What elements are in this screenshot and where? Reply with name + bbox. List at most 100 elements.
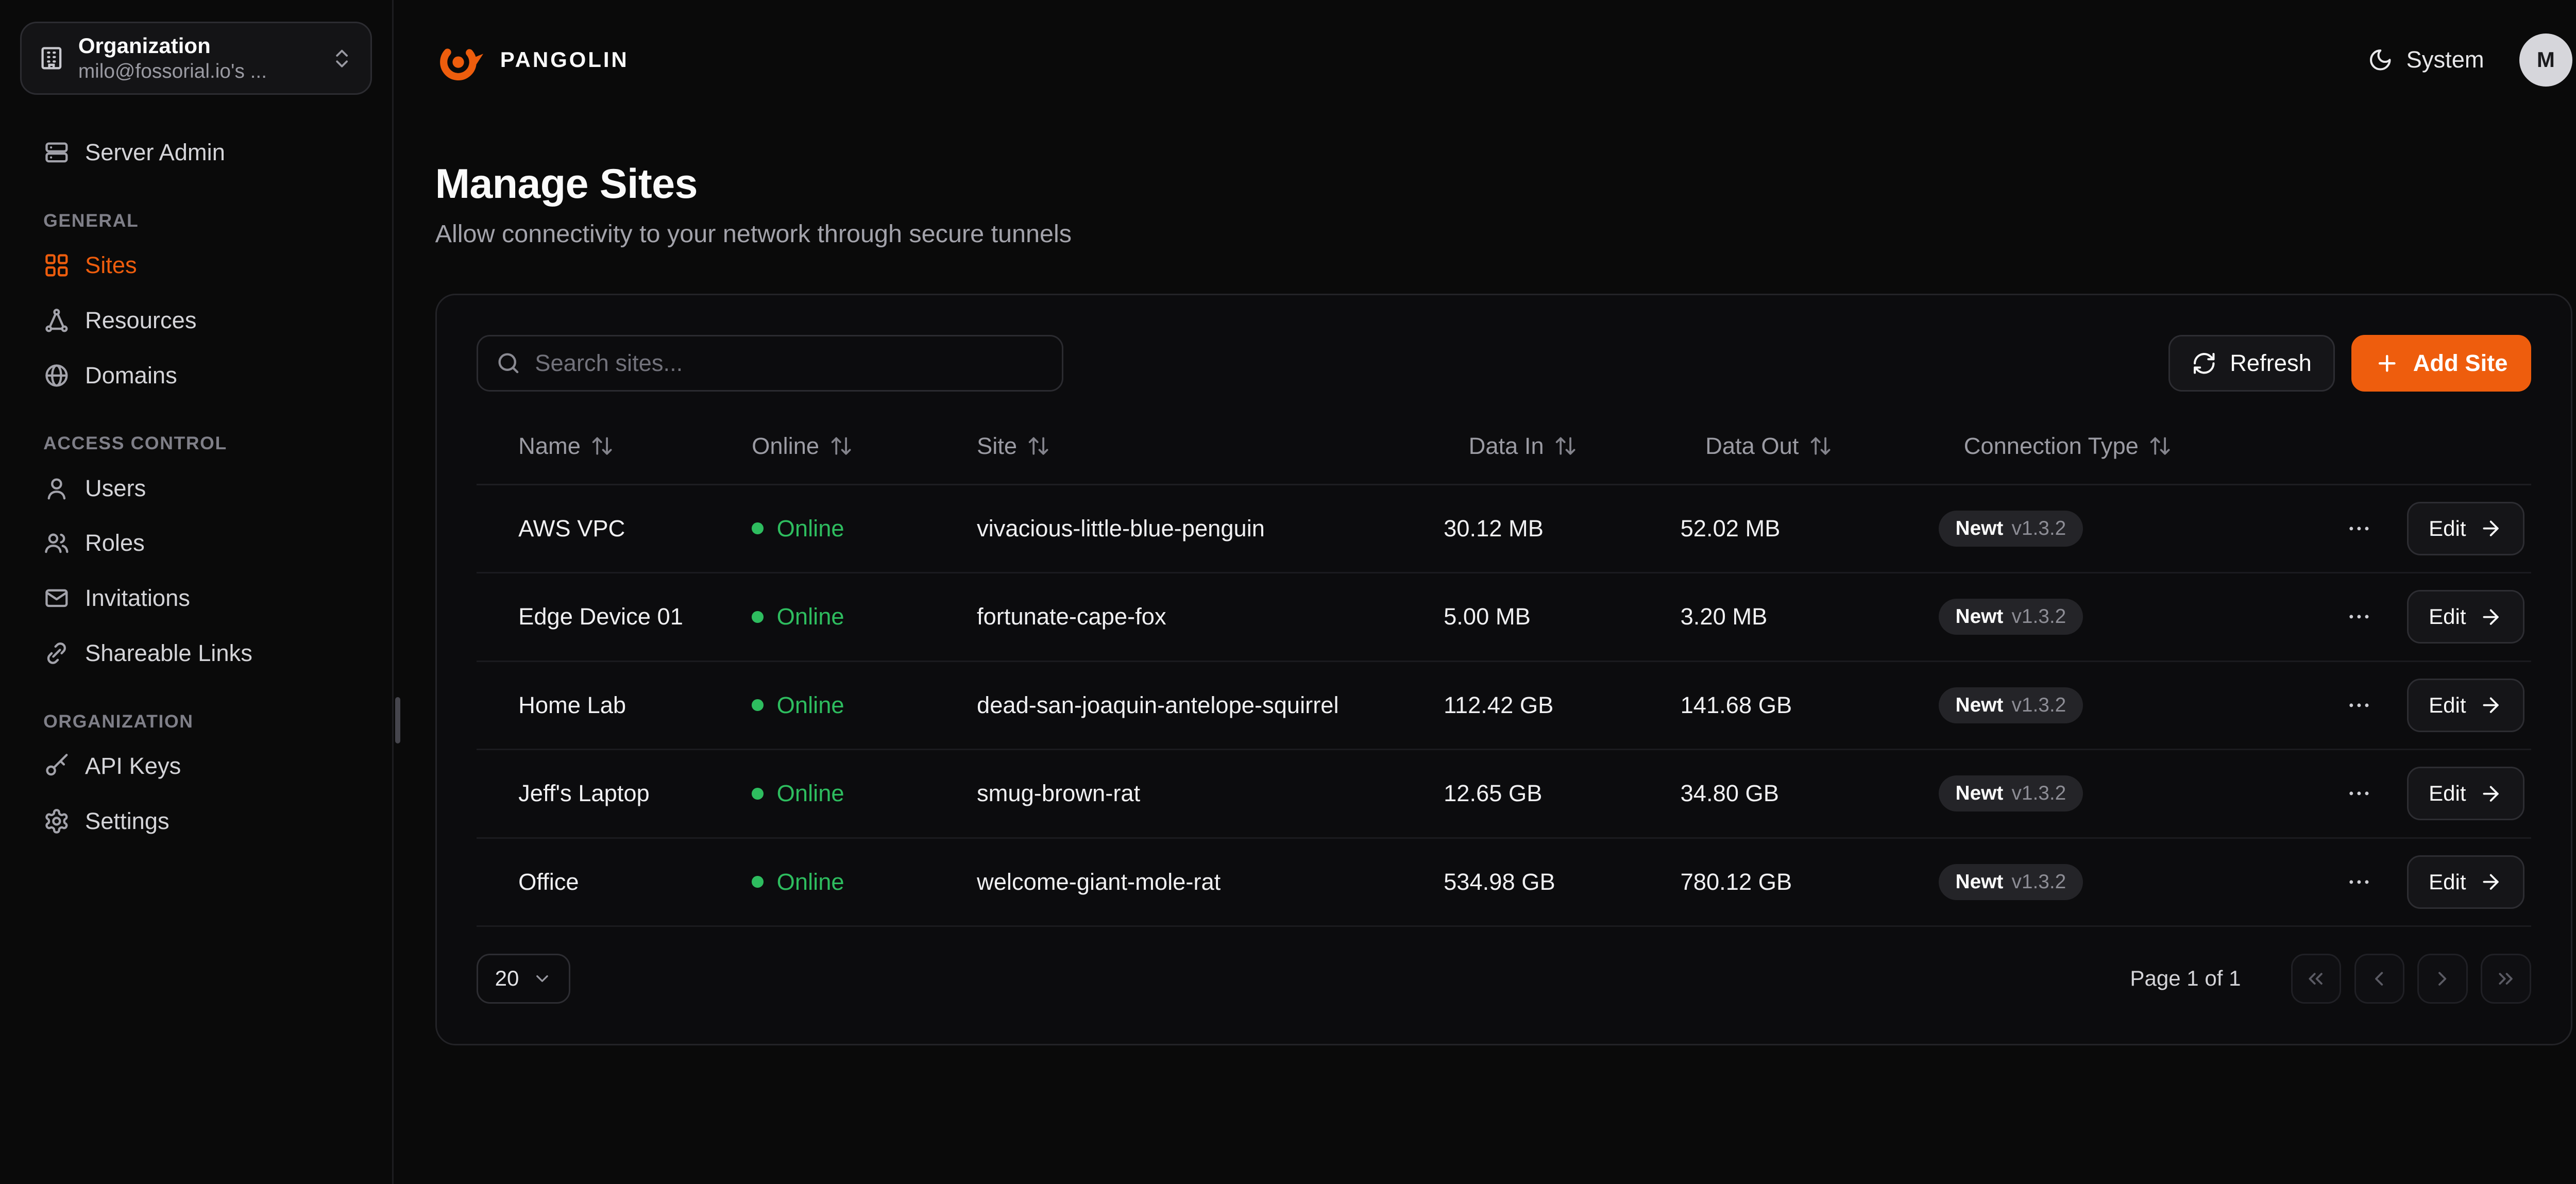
connection-badge: Newtv1.3.2 bbox=[1939, 775, 2082, 811]
page-subtitle: Allow connectivity to your network throu… bbox=[435, 219, 2573, 248]
column-label: Name bbox=[518, 433, 581, 460]
first-page-button[interactable] bbox=[2291, 954, 2341, 1004]
grid-icon bbox=[43, 252, 70, 279]
row-menu-button[interactable] bbox=[2337, 860, 2380, 904]
chevron-down-icon bbox=[532, 969, 552, 989]
user-avatar[interactable]: M bbox=[2519, 33, 2573, 87]
sidebar-item-resources[interactable]: Resources bbox=[20, 293, 372, 348]
arrow-right-icon bbox=[2479, 870, 2502, 893]
page-header: Manage Sites Allow connectivity to your … bbox=[394, 120, 2576, 248]
site-name: Edge Device 01 bbox=[518, 603, 752, 630]
row-actions: Edit bbox=[2331, 590, 2524, 644]
site-slug: vivacious-little-blue-penguin bbox=[977, 515, 1444, 542]
sidebar-item-label: Roles bbox=[85, 530, 145, 556]
sidebar-item-sites[interactable]: Sites bbox=[20, 238, 372, 293]
data-in-value: 5.00 MB bbox=[1444, 603, 1681, 630]
site-slug: smug-brown-rat bbox=[977, 780, 1444, 807]
online-label: Online bbox=[777, 869, 844, 895]
sidebar-item-label: Server Admin bbox=[85, 139, 225, 166]
table-header-row: Name Online Site Data In Data Out bbox=[477, 409, 2531, 485]
edit-button[interactable]: Edit bbox=[2407, 767, 2524, 820]
app-window: Organization milo@fossorial.io's ... Ser… bbox=[0, 0, 2576, 1184]
data-out-value: 34.80 GB bbox=[1681, 780, 1939, 807]
add-site-button[interactable]: Add Site bbox=[2351, 335, 2531, 392]
theme-toggle-button[interactable]: System bbox=[2368, 46, 2484, 73]
main-area: PANGOLIN System M Manage Sites Allow con… bbox=[394, 0, 2576, 1184]
connection-client: Newt bbox=[1956, 782, 2004, 805]
column-label: Online bbox=[752, 433, 819, 460]
refresh-button[interactable]: Refresh bbox=[2168, 335, 2335, 392]
column-label: Connection Type bbox=[1964, 433, 2139, 460]
sidebar: Organization milo@fossorial.io's ... Ser… bbox=[0, 0, 394, 1184]
row-actions: Edit bbox=[2331, 767, 2524, 820]
brand-logo[interactable]: PANGOLIN bbox=[435, 35, 629, 85]
sidebar-item-shareable-links[interactable]: Shareable Links bbox=[20, 625, 372, 681]
edit-button[interactable]: Edit bbox=[2407, 590, 2524, 644]
sidebar-item-label: API Keys bbox=[85, 753, 181, 780]
connection-badge: Newtv1.3.2 bbox=[1939, 599, 2082, 635]
link-icon bbox=[43, 640, 70, 667]
sidebar-item-api-keys[interactable]: API Keys bbox=[20, 738, 372, 793]
page-size-select[interactable]: 20 bbox=[477, 954, 570, 1004]
moon-icon bbox=[2368, 47, 2393, 73]
ellipsis-icon bbox=[2346, 780, 2372, 807]
sidebar-item-label: Users bbox=[85, 475, 146, 502]
building-icon bbox=[38, 45, 65, 72]
page-title: Manage Sites bbox=[435, 160, 2573, 208]
sidebar-item-server-admin[interactable]: Server Admin bbox=[20, 125, 372, 180]
row-actions: Edit bbox=[2331, 855, 2524, 909]
column-header-name[interactable]: Name bbox=[518, 433, 752, 460]
table-row: Office Online welcome-giant-mole-rat 534… bbox=[477, 839, 2531, 927]
edit-label: Edit bbox=[2429, 693, 2466, 718]
connection-type-cell: Newtv1.3.2 bbox=[1939, 775, 2330, 811]
table-row: Home Lab Online dead-san-joaquin-antelop… bbox=[477, 662, 2531, 751]
edit-button[interactable]: Edit bbox=[2407, 679, 2524, 732]
arrow-right-icon bbox=[2479, 694, 2502, 717]
online-label: Online bbox=[777, 603, 844, 630]
sites-card: Refresh Add Site Name Online bbox=[435, 294, 2573, 1045]
search-input[interactable] bbox=[477, 335, 1063, 392]
data-out-value: 3.20 MB bbox=[1681, 603, 1939, 630]
row-menu-button[interactable] bbox=[2337, 684, 2380, 727]
previous-page-button[interactable] bbox=[2354, 954, 2404, 1004]
online-dot-icon bbox=[752, 611, 764, 623]
sort-icon bbox=[1027, 434, 1050, 458]
column-header-data-in[interactable]: Data In bbox=[1444, 433, 1681, 460]
key-icon bbox=[43, 753, 70, 780]
connection-type-cell: Newtv1.3.2 bbox=[1939, 511, 2330, 547]
row-menu-button[interactable] bbox=[2337, 772, 2380, 815]
sidebar-item-domains[interactable]: Domains bbox=[20, 348, 372, 403]
sort-icon bbox=[1809, 434, 1832, 458]
site-slug: dead-san-joaquin-antelope-squirrel bbox=[977, 692, 1444, 719]
sidebar-item-label: Shareable Links bbox=[85, 640, 252, 667]
column-header-online[interactable]: Online bbox=[752, 433, 977, 460]
row-menu-button[interactable] bbox=[2337, 507, 2380, 550]
next-page-button[interactable] bbox=[2417, 954, 2467, 1004]
last-page-button[interactable] bbox=[2481, 954, 2531, 1004]
connection-badge: Newtv1.3.2 bbox=[1939, 687, 2082, 723]
column-header-connection-type[interactable]: Connection Type bbox=[1939, 433, 2330, 460]
sidebar-item-label: Settings bbox=[85, 808, 170, 835]
ellipsis-icon bbox=[2346, 603, 2372, 630]
arrow-right-icon bbox=[2479, 517, 2502, 540]
table-row: Jeff's Laptop Online smug-brown-rat 12.6… bbox=[477, 750, 2531, 839]
pagination-bar: 20 Page 1 of 1 bbox=[477, 954, 2531, 1004]
sidebar-item-settings[interactable]: Settings bbox=[20, 793, 372, 849]
column-header-data-out[interactable]: Data Out bbox=[1681, 433, 1939, 460]
ellipsis-icon bbox=[2346, 515, 2372, 542]
site-name: Jeff's Laptop bbox=[518, 780, 752, 807]
sidebar-item-label: Resources bbox=[85, 307, 197, 334]
brand-name: PANGOLIN bbox=[500, 47, 629, 72]
org-selector[interactable]: Organization milo@fossorial.io's ... bbox=[20, 22, 372, 95]
row-menu-button[interactable] bbox=[2337, 595, 2380, 638]
sidebar-item-invitations[interactable]: Invitations bbox=[20, 571, 372, 626]
sidebar-item-label: Invitations bbox=[85, 585, 190, 612]
online-dot-icon bbox=[752, 522, 764, 534]
sidebar-item-roles[interactable]: Roles bbox=[20, 516, 372, 571]
sidebar-item-users[interactable]: Users bbox=[20, 461, 372, 516]
column-header-site[interactable]: Site bbox=[977, 433, 1444, 460]
edit-button[interactable]: Edit bbox=[2407, 855, 2524, 909]
edit-button[interactable]: Edit bbox=[2407, 502, 2524, 555]
connection-version: v1.3.2 bbox=[2011, 605, 2066, 628]
connection-type-cell: Newtv1.3.2 bbox=[1939, 599, 2330, 635]
